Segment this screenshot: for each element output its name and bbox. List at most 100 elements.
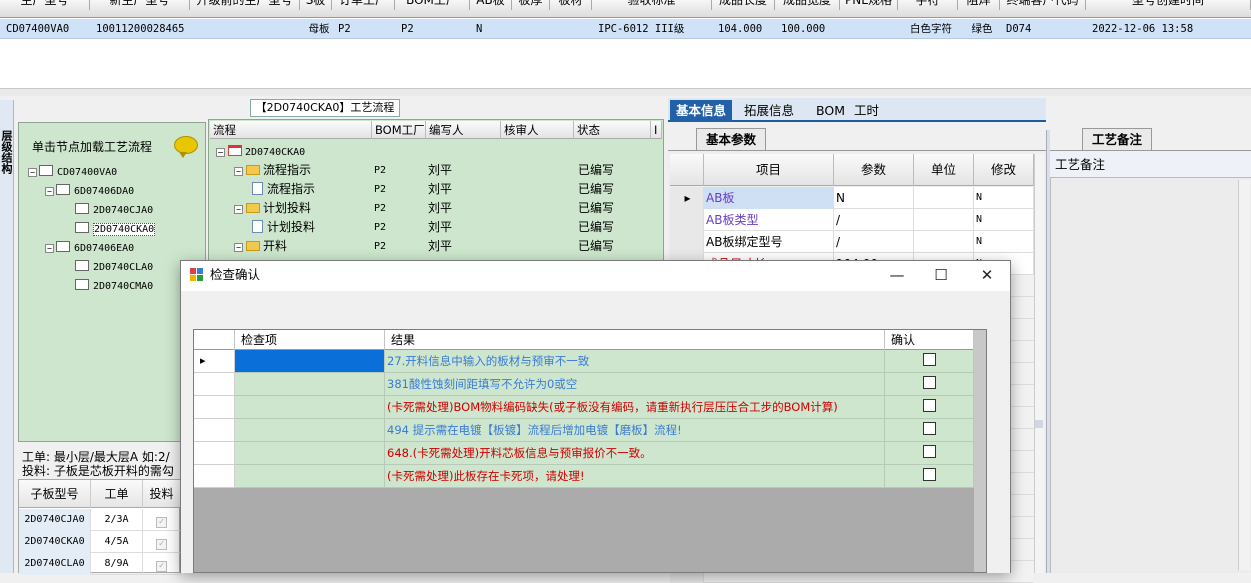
model-cell[interactable]: 母板	[304, 19, 332, 39]
sub-board-row[interactable]: 2D0740CJA0 2/3A ✓	[19, 509, 181, 531]
model-cell[interactable]	[516, 19, 550, 39]
sub-board-row[interactable]: 2D0740CKA0 4/5A ✓	[19, 531, 181, 553]
model-grid-row[interactable]: CD07400VA0 10011200028465 母板 P2 P2 N IPC-6012 …	[0, 19, 1251, 39]
check-item-cell[interactable]	[235, 396, 385, 419]
col-feed[interactable]: 投料	[143, 480, 181, 508]
check-item-cell[interactable]	[235, 373, 385, 396]
process-row[interactable]: 计划投料 P2 刘平 已编写	[212, 218, 662, 237]
info-tab[interactable]: 基本信息	[670, 100, 733, 122]
check-item-cell[interactable]	[235, 350, 385, 373]
collapse-icon[interactable]: −	[45, 187, 54, 196]
tree-node[interactable]: − 6D07406DA0	[45, 184, 134, 200]
col-unit[interactable]: 单位	[914, 154, 974, 186]
model-col-header[interactable]: 板材	[550, 0, 592, 10]
model-cell[interactable]: 104.000	[716, 19, 775, 39]
notes-scrollbar[interactable]	[1238, 180, 1250, 570]
param-value-cell[interactable]: /	[834, 209, 914, 231]
confirm-cell[interactable]	[885, 350, 974, 373]
check-row[interactable]: 494 提示需在电镀【板镀】流程后增加电镀【磨板】流程!	[194, 419, 974, 442]
check-row[interactable]: 381酸性蚀刻间距填写不允许为0或空	[194, 373, 974, 396]
confirm-checkbox[interactable]	[922, 353, 936, 366]
model-col-header[interactable]: 新生产型号	[90, 0, 190, 10]
check-item-cell[interactable]	[235, 419, 385, 442]
feed-checkbox[interactable]: ✓	[156, 539, 167, 550]
close-button[interactable]: ✕	[964, 262, 1010, 290]
tree-node[interactable]: 2D0740CKA0	[62, 222, 156, 238]
row-header[interactable]: ▸	[670, 187, 704, 209]
process-row[interactable]: − 2D0740CKA0	[212, 142, 662, 161]
process-row[interactable]: − 流程指示 P2 刘平 已编写	[212, 161, 662, 180]
model-col-header[interactable]: 字符	[898, 0, 958, 10]
model-cell[interactable]: 白色字符	[902, 19, 958, 39]
tab-basic-params[interactable]: 基本参数	[696, 128, 766, 150]
process-notes-area[interactable]	[1050, 178, 1251, 573]
model-col-header[interactable]: 板厚	[512, 0, 550, 10]
maximize-button[interactable]: ☐	[918, 262, 964, 290]
tree-node[interactable]: 2D0740CJA0	[62, 203, 153, 219]
feed-cell[interactable]: ✓	[143, 553, 181, 575]
sub-board-row[interactable]: 2D0740CLA0 8/9A ✓	[19, 553, 181, 575]
confirm-cell[interactable]	[885, 465, 974, 488]
row-header[interactable]	[194, 419, 235, 442]
col-param[interactable]: 参数	[834, 154, 914, 186]
col-modify[interactable]: 修改	[974, 154, 1034, 186]
confirm-cell[interactable]	[885, 419, 974, 442]
model-col-header[interactable]: AB板	[470, 0, 512, 10]
basic-params-scrollbar[interactable]	[1034, 154, 1044, 573]
process-col-header[interactable]: I	[651, 121, 662, 139]
collapse-icon[interactable]: −	[234, 167, 243, 176]
hierarchy-strip[interactable]: 层级结构	[0, 100, 14, 573]
feed-cell[interactable]: ✓	[143, 509, 181, 531]
model-cell[interactable]: 2022-12-06 13:58	[1090, 19, 1251, 39]
check-row[interactable]: ▸ 27.开料信息中输入的板材与预审不一致	[194, 350, 974, 373]
model-cell[interactable]: N	[474, 19, 512, 39]
model-col-header[interactable]: PNL规格	[840, 0, 898, 10]
confirm-checkbox[interactable]	[922, 445, 936, 458]
confirm-checkbox[interactable]	[922, 399, 936, 412]
model-col-header[interactable]: BOM工厂	[395, 0, 470, 10]
process-row[interactable]: − 开料 P2 刘平 已编写	[212, 237, 662, 256]
model-cell[interactable]: CD07400VA0	[4, 19, 90, 39]
col-check-item[interactable]: 检查项	[235, 330, 385, 350]
scrollbar-thumb[interactable]	[1035, 420, 1043, 428]
model-cell[interactable]: 绿色	[962, 19, 1000, 39]
feed-cell[interactable]: ✓	[143, 531, 181, 553]
model-col-header[interactable]: 终端客户代码	[1000, 0, 1086, 10]
confirm-checkbox[interactable]	[922, 468, 936, 481]
model-col-header[interactable]: 型号创建时间	[1086, 0, 1251, 10]
collapse-icon[interactable]: −	[216, 148, 225, 157]
check-row[interactable]: 648.(卡死需处理)开料芯板信息与预审报价不一致。	[194, 442, 974, 465]
model-cell[interactable]: 100.000	[779, 19, 840, 39]
row-header[interactable]	[670, 231, 704, 253]
info-tab[interactable]: BOM	[810, 100, 851, 122]
model-cell[interactable]: D074	[1004, 19, 1086, 39]
process-row[interactable]: − 计划投料 P2 刘平 已编写	[212, 199, 662, 218]
row-header[interactable]	[194, 373, 235, 396]
confirm-cell[interactable]	[885, 442, 974, 465]
confirm-cell[interactable]	[885, 396, 974, 419]
model-cell[interactable]: P2	[399, 19, 470, 39]
model-cell[interactable]	[844, 19, 898, 39]
process-col-header[interactable]: 编写人	[426, 121, 501, 139]
model-col-header[interactable]: S板	[300, 0, 332, 10]
tree-node[interactable]: 2D0740CLA0	[62, 260, 153, 276]
collapse-icon[interactable]: −	[234, 205, 243, 214]
model-col-header[interactable]: 成品长度	[712, 0, 775, 10]
confirm-checkbox[interactable]	[922, 422, 936, 435]
process-col-header[interactable]: BOM工厂	[372, 121, 426, 139]
row-header[interactable]	[670, 209, 704, 231]
horizontal-splitter[interactable]	[0, 88, 1251, 96]
check-row[interactable]: (卡死需处理)此板存在卡死项，请处理!	[194, 465, 974, 488]
row-header[interactable]	[194, 442, 235, 465]
model-cell[interactable]	[554, 19, 592, 39]
basic-param-row[interactable]: ▸ AB板 N N	[670, 187, 1034, 209]
comment-icon[interactable]	[174, 136, 198, 158]
model-col-header[interactable]: 生产型号	[0, 0, 90, 10]
check-row[interactable]: (卡死需处理)BOM物料编码缺失(或子板没有编码，请重新执行层压压合工步的BOM…	[194, 396, 974, 419]
model-cell[interactable]	[194, 19, 300, 39]
check-grid-scrollbar[interactable]	[974, 330, 986, 572]
model-col-header[interactable]: 验收标准	[592, 0, 712, 10]
col-order[interactable]: 工单	[91, 480, 143, 508]
tree-node[interactable]: 2D0740CMA0	[62, 279, 153, 295]
minimize-button[interactable]: —	[874, 262, 920, 290]
